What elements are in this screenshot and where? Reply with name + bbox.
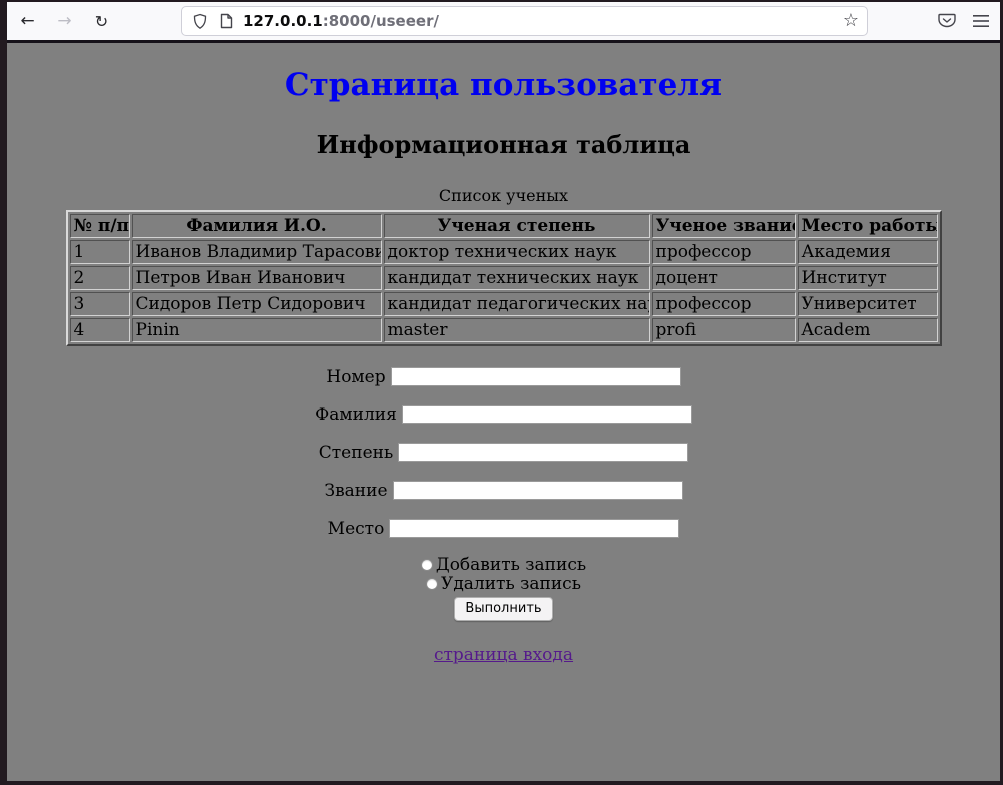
scientists-table: № п/пФамилия И.О.Ученая степеньУченое зв… [66, 210, 942, 346]
column-header: Ученая степень [384, 214, 650, 238]
table-cell: доцент [652, 266, 796, 290]
column-header: Ученое звание [652, 214, 796, 238]
url-text[interactable]: 127.0.0.1:8000/useeer/ [243, 12, 843, 30]
back-button[interactable]: ← [19, 9, 36, 33]
table-cell: master [384, 318, 650, 342]
table-cell: 3 [70, 292, 130, 316]
degree-field[interactable] [398, 443, 688, 462]
rank-field-row: Звание [7, 480, 1000, 499]
reload-button[interactable]: ↻ [93, 9, 110, 33]
delete-record-radio[interactable] [426, 578, 438, 590]
table-cell: Иванов Владимир Тарасович [132, 240, 382, 264]
place-field-row: Место [7, 518, 1000, 537]
url-path: :8000/useeer/ [323, 12, 439, 30]
table-row: 1Иванов Владимир Тарасовичдоктор техниче… [70, 240, 938, 264]
table-row: 3Сидоров Петр Сидоровичкандидат педагоги… [70, 292, 938, 316]
table-cell: profi [652, 318, 796, 342]
degree-field-label: Степень [319, 443, 393, 463]
table-cell: Академия [798, 240, 938, 264]
submit-row: Выполнить [7, 597, 1000, 621]
table-cell: кандидат педагогических наук [384, 292, 650, 316]
rank-field[interactable] [393, 481, 683, 500]
table-cell: Петров Иван Иванович [132, 266, 382, 290]
number-field[interactable] [391, 367, 681, 386]
table-cell: Университет [798, 292, 938, 316]
table-header-row: № п/пФамилия И.О.Ученая степеньУченое зв… [70, 214, 938, 238]
column-header: № п/п [70, 214, 130, 238]
place-field-label: Место [328, 519, 385, 539]
table-cell: Pinin [132, 318, 382, 342]
table-cell: кандидат технических наук [384, 266, 650, 290]
login-link-row: страница входа [7, 645, 1000, 665]
forward-button[interactable]: → [56, 9, 73, 33]
pocket-icon[interactable] [938, 13, 956, 29]
table-header: № п/пФамилия И.О.Ученая степеньУченое зв… [70, 214, 938, 238]
table-row: 4PininmasterprofiAcadem [70, 318, 938, 342]
table-cell: 4 [70, 318, 130, 342]
column-header: Место работы [798, 214, 938, 238]
page-title: Страница пользователя [7, 67, 1000, 103]
bookmark-star-icon[interactable]: ☆ [843, 12, 859, 30]
surname-field-row: Фамилия [7, 404, 1000, 423]
browser-window: ← → ↻ 127.0.0.1:8000/useeer/ ☆ [7, 2, 1000, 781]
table-body: 1Иванов Владимир Тарасовичдоктор техниче… [70, 240, 938, 342]
shield-icon[interactable] [192, 13, 208, 30]
action-radio-group: Добавить записьУдалить запись [7, 556, 1000, 594]
url-bar[interactable]: 127.0.0.1:8000/useeer/ ☆ [181, 6, 868, 36]
page-icon[interactable] [220, 13, 233, 29]
table-row: 2Петров Иван Ивановичкандидат технически… [70, 266, 938, 290]
browser-toolbar: ← → ↻ 127.0.0.1:8000/useeer/ ☆ [7, 2, 1000, 40]
table-caption: Список ученых [7, 186, 1000, 205]
number-field-row: Номер [7, 366, 1000, 385]
login-page-link[interactable]: страница входа [434, 645, 573, 665]
delete-record-radio-label: Удалить запись [441, 574, 581, 594]
table-cell: Институт [798, 266, 938, 290]
table-cell: 1 [70, 240, 130, 264]
delete-record-radio-row: Удалить запись [7, 575, 1000, 594]
rank-field-label: Звание [324, 481, 387, 501]
table-cell: Сидоров Петр Сидорович [132, 292, 382, 316]
record-form: Номер Фамилия Степень Звание Место Добавить … [7, 366, 1000, 621]
page-content: Страница пользователя Информационная таб… [7, 43, 1000, 781]
surname-field-label: Фамилия [315, 405, 397, 425]
table-cell: профессор [652, 292, 796, 316]
table-cell: 2 [70, 266, 130, 290]
table-cell: Academ [798, 318, 938, 342]
table-cell: профессор [652, 240, 796, 264]
place-field[interactable] [389, 519, 679, 538]
table-cell: доктор технических наук [384, 240, 650, 264]
add-record-radio-label: Добавить запись [436, 555, 586, 575]
column-header: Фамилия И.О. [132, 214, 382, 238]
page-subtitle: Информационная таблица [7, 130, 1000, 159]
toolbar-right-icons [938, 13, 1000, 29]
url-domain: 127.0.0.1 [243, 12, 323, 30]
record-form-fields: Номер Фамилия Степень Звание Место [7, 366, 1000, 537]
number-field-label: Номер [326, 367, 385, 387]
degree-field-row: Степень [7, 442, 1000, 461]
menu-icon[interactable] [972, 14, 990, 28]
add-record-radio-row: Добавить запись [7, 556, 1000, 575]
execute-button[interactable]: Выполнить [454, 597, 552, 621]
surname-field[interactable] [402, 405, 692, 424]
add-record-radio[interactable] [421, 559, 433, 571]
